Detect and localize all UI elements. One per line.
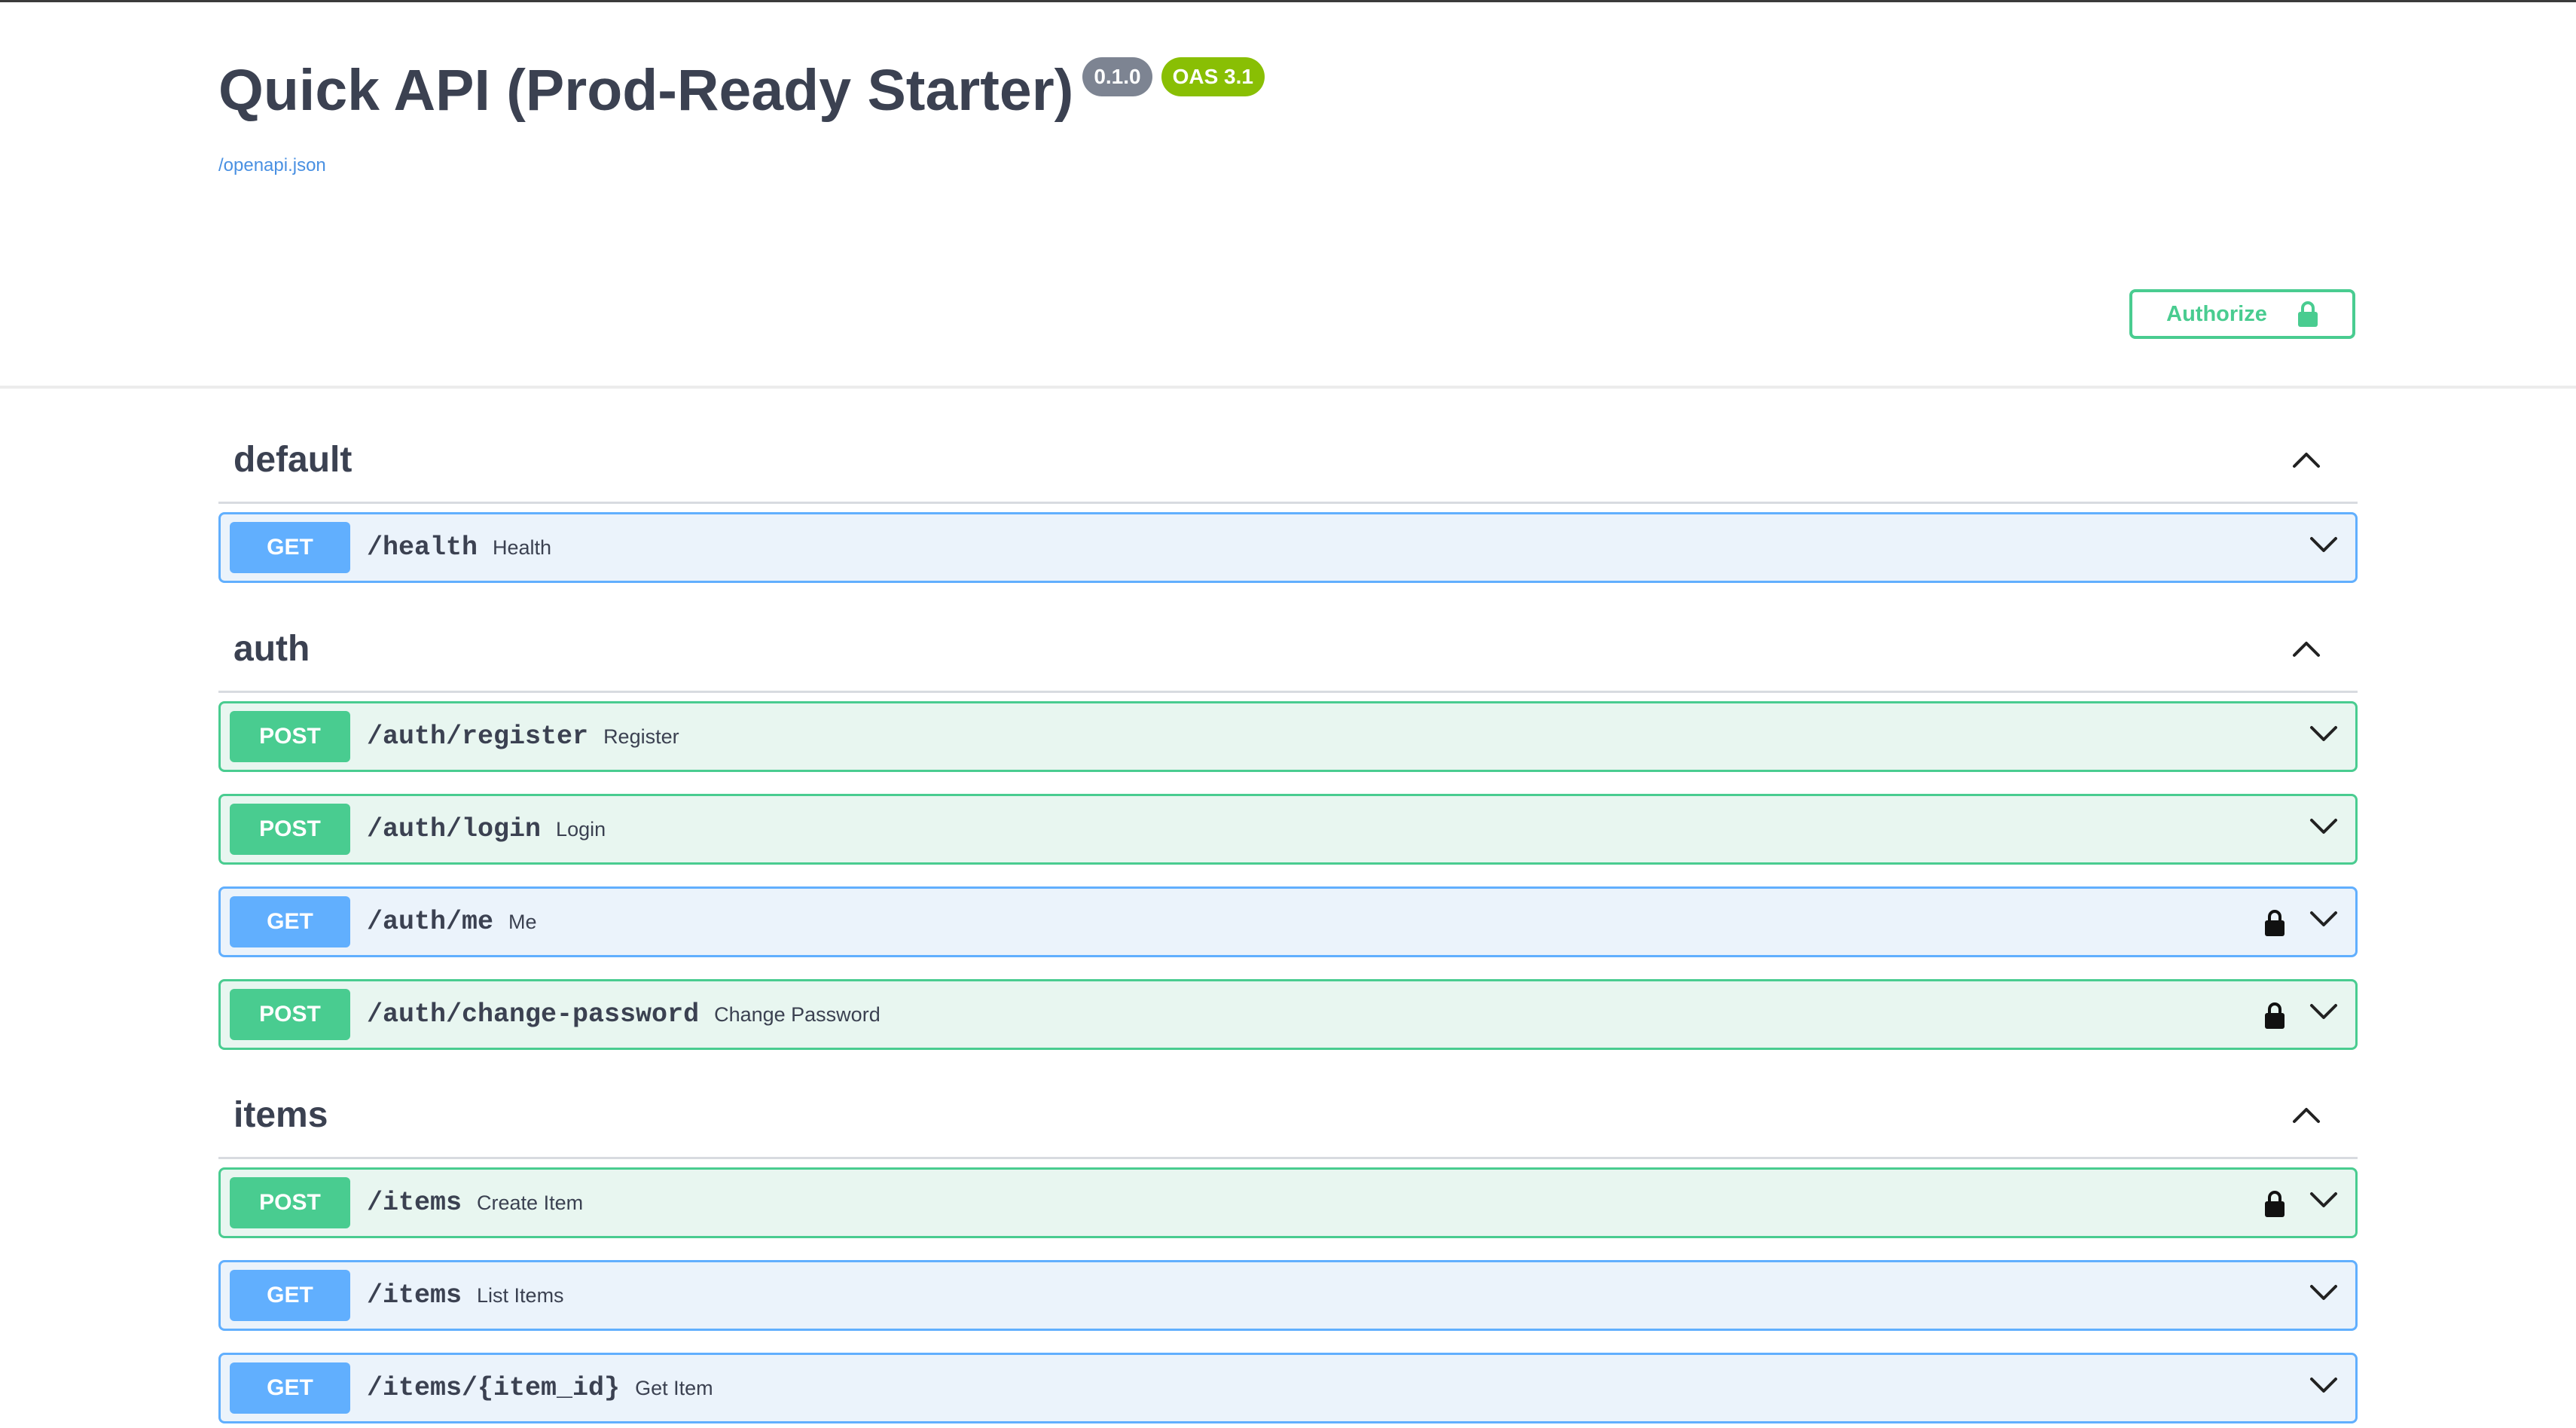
authorize-label: Authorize	[2166, 301, 2267, 326]
chevron-down-icon[interactable]	[2309, 1002, 2339, 1026]
operation-path: /items	[367, 1280, 462, 1311]
section-header-items[interactable]: items	[218, 1073, 2358, 1159]
section-title: items	[233, 1095, 328, 1135]
title-row: Quick API (Prod-Ready Starter) 0.1.0 OAS…	[218, 53, 1265, 128]
operation-post-auth-register[interactable]: POST/auth/register Register	[218, 701, 2358, 772]
method-badge: POST	[230, 1177, 350, 1228]
chevron-up-icon[interactable]	[2291, 1105, 2321, 1128]
operation-get-items-item-id[interactable]: GET/items/{item_id} Get Item	[218, 1353, 2358, 1423]
oas-badge: OAS 3.1	[1161, 57, 1265, 96]
operation-get-auth-me[interactable]: GET/auth/me Me	[218, 886, 2358, 957]
version-badge: 0.1.0	[1082, 57, 1152, 96]
openapi-json-link[interactable]: /openapi.json	[218, 155, 1265, 176]
lock-icon	[2297, 301, 2318, 328]
authorize-button[interactable]: Authorize	[2129, 289, 2355, 339]
operation-get-health[interactable]: GET/health Health	[218, 512, 2358, 583]
method-badge: GET	[230, 522, 350, 573]
operation-post-auth-change-password[interactable]: POST/auth/change-password Change Password	[218, 979, 2358, 1050]
operation-summary: Me	[508, 910, 537, 933]
chevron-down-icon[interactable]	[2309, 910, 2339, 933]
api-info: Quick API (Prod-Ready Starter) 0.1.0 OAS…	[218, 53, 1265, 176]
chevron-down-icon[interactable]	[2309, 725, 2339, 748]
lock-icon[interactable]	[2263, 1001, 2286, 1033]
operation-summary: List Items	[477, 1283, 564, 1307]
operation-summary: Login	[556, 817, 606, 841]
chevron-down-icon[interactable]	[2309, 1191, 2339, 1214]
chevron-down-icon[interactable]	[2309, 817, 2339, 841]
operation-summary: Register	[603, 725, 679, 748]
lock-icon[interactable]	[2263, 1189, 2286, 1222]
chevron-down-icon[interactable]	[2309, 1376, 2339, 1399]
top-border	[0, 0, 2576, 2]
lock-icon[interactable]	[2263, 908, 2286, 941]
operation-path: /auth/login	[367, 814, 542, 844]
operation-path: /auth/register	[367, 722, 589, 752]
operation-path: /items	[367, 1188, 462, 1218]
section-header-default[interactable]: default	[218, 418, 2358, 504]
method-badge: POST	[230, 804, 350, 855]
header-separator	[0, 386, 2576, 389]
method-badge: POST	[230, 989, 350, 1040]
operation-post-auth-login[interactable]: POST/auth/login Login	[218, 794, 2358, 865]
chevron-up-icon[interactable]	[2291, 450, 2321, 473]
operation-summary: Get Item	[635, 1376, 713, 1399]
operation-post-items[interactable]: POST/items Create Item	[218, 1167, 2358, 1238]
chevron-up-icon[interactable]	[2291, 639, 2321, 662]
method-badge: GET	[230, 1362, 350, 1414]
operation-path: /auth/me	[367, 907, 494, 937]
section-title: auth	[233, 629, 310, 669]
operation-get-items[interactable]: GET/items List Items	[218, 1260, 2358, 1331]
operation-summary: Health	[493, 536, 552, 559]
operation-path: /items/{item_id}	[367, 1373, 621, 1403]
operation-summary: Change Password	[714, 1002, 881, 1026]
method-badge: POST	[230, 711, 350, 762]
chevron-down-icon[interactable]	[2309, 1283, 2339, 1307]
operation-path: /auth/change-password	[367, 999, 700, 1030]
method-badge: GET	[230, 1270, 350, 1321]
operation-summary: Create Item	[477, 1191, 584, 1214]
section-title: default	[233, 440, 353, 480]
method-badge: GET	[230, 896, 350, 947]
operation-path: /health	[367, 532, 478, 563]
chevron-down-icon[interactable]	[2309, 536, 2339, 559]
api-title: Quick API (Prod-Ready Starter)	[218, 58, 1074, 123]
section-header-auth[interactable]: auth	[218, 607, 2358, 693]
